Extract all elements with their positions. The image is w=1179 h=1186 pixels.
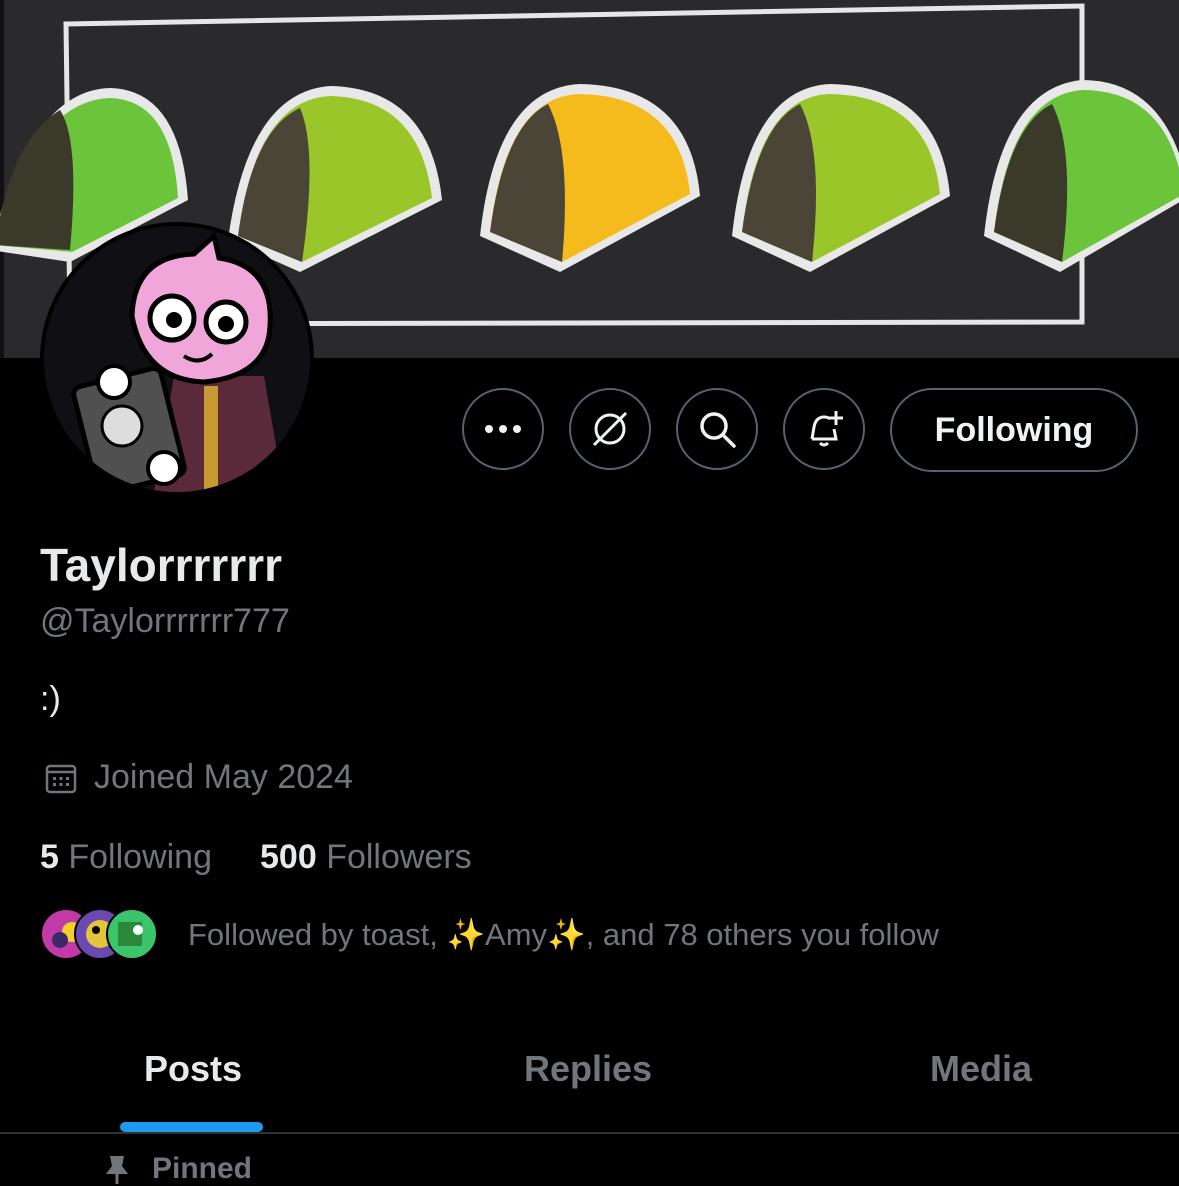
tab-replies[interactable]: Replies [524, 1048, 652, 1090]
following-count: 5 [40, 838, 59, 876]
avatar[interactable] [40, 222, 314, 496]
followers-label: Followers [326, 838, 472, 876]
pin-icon [106, 1156, 128, 1184]
followed-by[interactable]: Followed by toast, ✨Amy✨, and 78 others … [40, 908, 939, 960]
avatar-image [44, 226, 310, 492]
grok-button[interactable] [569, 388, 651, 470]
bio: :) [40, 680, 61, 718]
tab-posts[interactable]: Posts [144, 1048, 242, 1090]
followers-stat[interactable]: 500 Followers [260, 838, 472, 877]
tab-media[interactable]: Media [930, 1048, 1032, 1090]
follow-stats: 5 Following 500 Followers [40, 838, 520, 877]
search-icon [700, 412, 736, 448]
join-date: Joined May 2024 [44, 758, 353, 797]
following-stat[interactable]: 5 Following [40, 838, 212, 877]
notifications-button[interactable] [783, 388, 865, 470]
pinned-text: Pinned [152, 1152, 253, 1185]
more-icon [485, 425, 521, 433]
followed-by-avatars [40, 908, 160, 960]
follower-avatar [106, 908, 158, 960]
pinned-label: Pinned [100, 1152, 252, 1186]
more-button[interactable] [462, 388, 544, 470]
following-button[interactable]: Following [890, 388, 1138, 472]
following-label: Following [68, 838, 212, 876]
followed-by-text: Followed by toast, ✨Amy✨, and 78 others … [188, 916, 939, 952]
followers-count: 500 [260, 838, 317, 876]
search-button[interactable] [676, 388, 758, 470]
bell-plus-icon [810, 411, 843, 447]
active-tab-indicator [120, 1122, 263, 1132]
calendar-icon [45, 764, 77, 793]
profile-tabs: Posts Replies Media [0, 1030, 1179, 1134]
display-name: Taylorrrrrrr [40, 539, 283, 591]
grok-icon [592, 411, 628, 447]
joined-text: Joined May 2024 [94, 758, 353, 796]
handle: @Taylorrrrrrr777 [40, 602, 290, 640]
